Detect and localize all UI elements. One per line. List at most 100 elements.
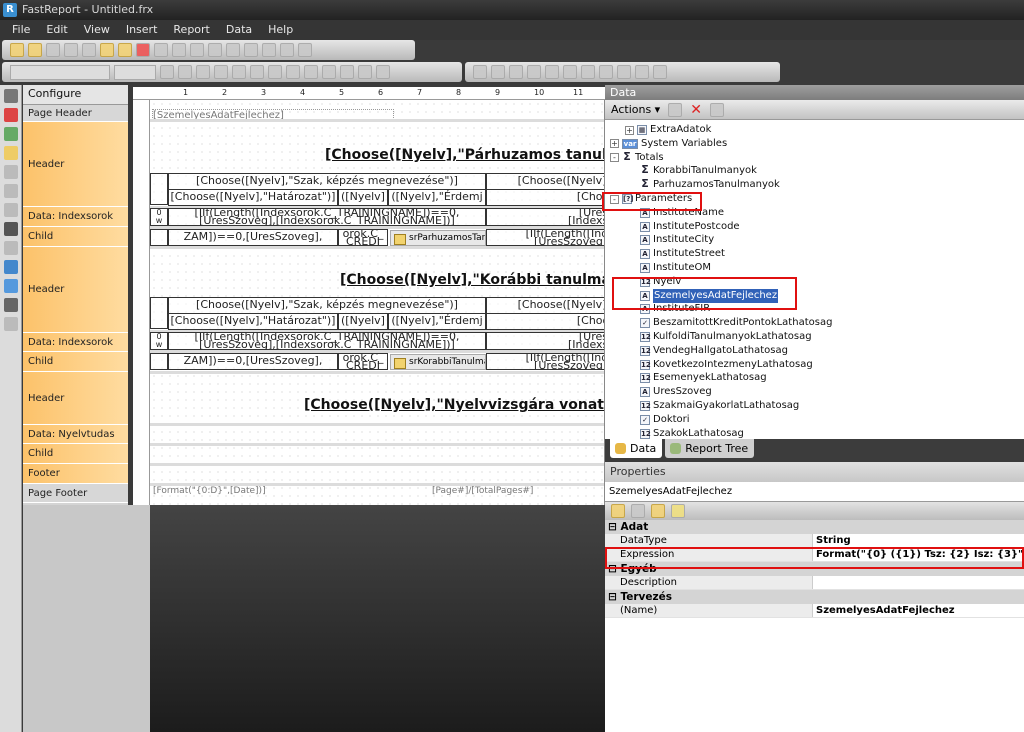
tree-node[interactable]: A InstituteStreet <box>640 247 725 261</box>
header-cell-nyelv[interactable]: ([Nyelv] <box>338 313 388 330</box>
property-row[interactable]: Description <box>605 576 1024 590</box>
number-object-icon[interactable] <box>3 298 18 312</box>
header-title-1[interactable]: [Choose([Nyelv],"Párhuzamos tanulmányok <box>325 147 604 163</box>
tree-node[interactable]: A InstituteCity <box>640 233 714 247</box>
barcode-object-icon[interactable] <box>3 222 18 236</box>
tab-data[interactable]: Data <box>610 439 663 458</box>
child-cell-credit[interactable]: orok.C_ CREDI <box>338 229 388 246</box>
data-cell[interactable]: 0 w <box>150 208 168 226</box>
property-value[interactable]: String <box>813 534 1024 547</box>
justify-icon[interactable] <box>268 65 282 79</box>
band-data-indexsorok[interactable]: Data: Indexsorok <box>23 333 128 352</box>
valign-top-icon[interactable] <box>286 65 300 79</box>
child-cell-zam[interactable]: ZAM])==0,[UresSzoveg], <box>168 353 338 370</box>
header-title-2[interactable]: [Choose([Nyelv],"Korábbi tanulmányok" <box>340 272 604 288</box>
subreport-korabbi[interactable]: srKorabbiTanulma <box>390 354 486 370</box>
property-category[interactable]: ⊟ Adat <box>605 520 1024 534</box>
open-icon[interactable] <box>28 43 42 57</box>
table-object-icon[interactable] <box>3 184 18 198</box>
data-cell[interactable]: [UresS [Indexso <box>486 208 604 226</box>
property-category[interactable]: ⊟ Tervezés <box>605 590 1024 604</box>
band-data-indexsorok[interactable]: Data: Indexsorok <box>23 207 128 227</box>
header-cell[interactable]: [Choos <box>486 313 604 330</box>
events-icon[interactable] <box>671 504 685 518</box>
header-cell-erdemj[interactable]: ([Nyelv],"Érdemj <box>388 313 486 330</box>
table-cell[interactable] <box>150 297 168 329</box>
view-icon[interactable] <box>709 102 724 117</box>
border-none-icon[interactable] <box>563 65 577 79</box>
header-cell[interactable]: [Choose([Nyelv]," <box>486 297 604 314</box>
expand-icon[interactable]: + <box>625 125 634 135</box>
checkbox-object-icon[interactable] <box>3 260 18 274</box>
data-cell-trainingname[interactable]: [IIf(Length([Indexsorok.C_TRAININGNAME])… <box>168 332 486 350</box>
band-header[interactable]: Header <box>23 247 128 333</box>
border-left-icon[interactable] <box>509 65 523 79</box>
sort-alpha-icon[interactable] <box>631 504 645 518</box>
tree-node[interactable]: 12 KovetkezoIntezmenyLathatosag <box>640 358 813 372</box>
bold-icon[interactable] <box>160 65 174 79</box>
properties-icon[interactable] <box>651 504 665 518</box>
header-cell-hatarozat[interactable]: [Choose([Nyelv],"Határozat")] <box>168 189 338 206</box>
report-page[interactable]: [SzemelyesAdatFejlechez] [Choose([Nyelv]… <box>150 100 605 505</box>
format-painter-icon[interactable] <box>226 43 240 57</box>
highlight-icon[interactable] <box>358 65 372 79</box>
border-right-icon[interactable] <box>527 65 541 79</box>
undo-icon[interactable] <box>244 43 258 57</box>
tab-report-tree[interactable]: Report Tree <box>665 439 755 458</box>
property-row[interactable]: DataType String <box>605 534 1024 548</box>
new-page-icon[interactable] <box>100 43 114 57</box>
line-color-icon[interactable] <box>617 65 631 79</box>
data-cell[interactable]: 0 w <box>150 332 168 350</box>
header-cell-szak[interactable]: [Choose([Nyelv],"Szak, képzés megnevezés… <box>168 297 486 314</box>
data-cell[interactable]: [UresS [Indexso <box>486 332 604 350</box>
edit-icon[interactable] <box>668 102 683 117</box>
tree-node[interactable]: ✓ BeszamitottKreditPontokLathatosag <box>640 316 832 330</box>
new-dialog-icon[interactable] <box>118 43 132 57</box>
redo-icon[interactable] <box>262 43 276 57</box>
rotate-icon[interactable] <box>376 65 390 79</box>
matrix-object-icon[interactable] <box>3 203 18 217</box>
band-footer[interactable]: Footer <box>23 464 128 484</box>
subreport-parhuzamos[interactable]: srParhuzamosTan <box>390 230 486 246</box>
band-page-header[interactable]: Page Header <box>23 105 128 122</box>
tree-node[interactable]: A InstitutePostcode <box>640 220 740 234</box>
delete-icon[interactable]: ✕ <box>690 102 702 118</box>
rich-text-object-icon[interactable] <box>3 241 18 255</box>
italic-icon[interactable] <box>178 65 192 79</box>
font-size-combo[interactable] <box>114 64 156 80</box>
child-cell[interactable]: [IIf(Length([Inde [UresSzoveg],[ <box>486 229 604 246</box>
band-child[interactable]: Child <box>23 227 128 247</box>
ungroup-icon[interactable] <box>298 43 312 57</box>
tree-node[interactable]: 12 SzakokLathatosag <box>640 427 744 439</box>
band-header[interactable]: Header <box>23 122 128 207</box>
border-top-icon[interactable] <box>473 65 487 79</box>
paste-icon[interactable] <box>208 43 222 57</box>
menu-insert[interactable]: Insert <box>118 20 166 40</box>
header-cell-erdemj[interactable]: ([Nyelv],"Érdemj <box>388 189 486 206</box>
line-width-icon[interactable] <box>635 65 649 79</box>
align-center-icon[interactable] <box>232 65 246 79</box>
band-header[interactable]: Header <box>23 372 128 425</box>
table-cell[interactable] <box>150 173 168 205</box>
footer-date-field[interactable]: [Format("{0:D}",[Date])] <box>153 486 266 496</box>
subreport-object-icon[interactable] <box>3 165 18 179</box>
tree-node[interactable]: Σ KorabbiTanulmanyok <box>640 164 757 178</box>
child-cell[interactable] <box>150 353 168 370</box>
header-cell-nyelv[interactable]: ([Nyelv] <box>338 189 388 206</box>
actions-menu-button[interactable]: Actions ▾ <box>611 103 660 116</box>
pointer-icon[interactable] <box>3 89 18 103</box>
align-left-icon[interactable] <box>214 65 228 79</box>
header-title-3[interactable]: [Choose([Nyelv],"Nyelvvizsgára vonatkozó… <box>304 397 604 413</box>
delete-page-icon[interactable] <box>136 43 150 57</box>
configure-bands-button[interactable]: Configure bands... <box>23 85 128 118</box>
tree-node[interactable]: 12 VendegHallgatoLathatosag <box>640 344 788 358</box>
border-bottom-icon[interactable] <box>491 65 505 79</box>
underline-icon[interactable] <box>196 65 210 79</box>
header-cell-hatarozat[interactable]: [Choose([Nyelv],"Határozat")] <box>168 313 338 330</box>
tree-node[interactable]: ✓ Doktori <box>640 413 690 427</box>
band-child[interactable]: Child <box>23 444 128 464</box>
group-icon[interactable] <box>280 43 294 57</box>
shadow-icon[interactable] <box>581 65 595 79</box>
collapse-icon[interactable]: ⊟ <box>608 591 620 603</box>
menu-help[interactable]: Help <box>260 20 301 40</box>
